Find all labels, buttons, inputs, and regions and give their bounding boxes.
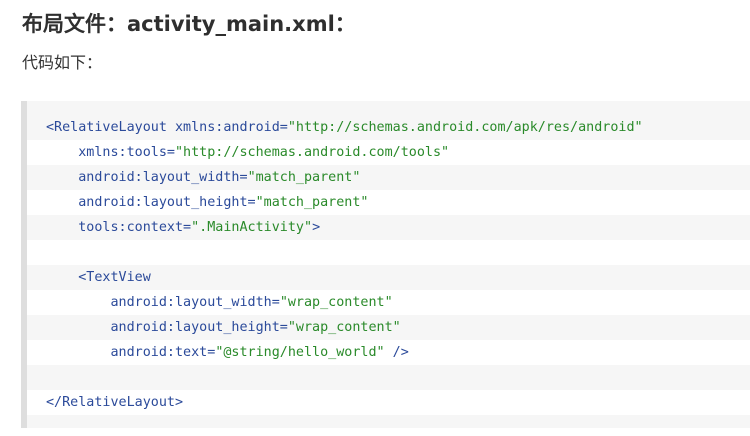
- code-token-tag: <RelativeLayout: [46, 120, 175, 135]
- code-token-val: ".MainActivity": [191, 220, 313, 235]
- code-token-attr: xmlns:tools=: [78, 145, 175, 160]
- code-token-val: "match_parent": [255, 195, 369, 210]
- code-token-tag: />: [384, 345, 409, 360]
- code-line: xmlns:tools="http://schemas.android.com/…: [27, 140, 750, 165]
- code-line: tools:context=".MainActivity">: [27, 215, 750, 240]
- code-token-attr: android:layout_height=: [110, 320, 288, 335]
- code-line: </RelativeLayout>: [27, 390, 750, 415]
- code-token-tag: >: [312, 220, 321, 235]
- code-line: android:layout_width="wrap_content": [27, 290, 750, 315]
- code-token-val: "wrap_content": [287, 320, 401, 335]
- intro-text: 代码如下：: [22, 53, 103, 72]
- code-token-tag: <TextView: [78, 270, 151, 285]
- code-token-val: "http://schemas.android.com/apk/res/andr…: [287, 120, 643, 135]
- code-lines: <RelativeLayout xmlns:android="http://sc…: [27, 115, 750, 415]
- code-line: <RelativeLayout xmlns:android="http://sc…: [27, 115, 750, 140]
- code-block: <RelativeLayout xmlns:android="http://sc…: [21, 101, 750, 428]
- code-line: android:layout_width="match_parent": [27, 165, 750, 190]
- code-line: android:layout_height="match_parent": [27, 190, 750, 215]
- code-token-attr: android:text=: [110, 345, 216, 360]
- code-token-attr: android:layout_height=: [78, 195, 256, 210]
- code-token-val: "@string/hello_world": [215, 345, 385, 360]
- code-line: [27, 240, 750, 265]
- code-line: android:text="@string/hello_world" />: [27, 340, 750, 365]
- code-token-attr: tools:context=: [78, 220, 192, 235]
- code-token-val: "http://schemas.android.com/tools": [175, 145, 450, 160]
- code-token-tag: </RelativeLayout>: [46, 395, 184, 410]
- page-heading: 布局文件：activity_main.xml：: [22, 12, 356, 36]
- code-line: android:layout_height="wrap_content": [27, 315, 750, 340]
- code-token-val: "match_parent": [247, 170, 361, 185]
- code-line: <TextView: [27, 265, 750, 290]
- code-token-attr: android:layout_width=: [110, 295, 280, 310]
- code-token-attr: android:layout_width=: [78, 170, 248, 185]
- code-line: [27, 365, 750, 390]
- code-token-attr: xmlns:android=: [175, 120, 288, 135]
- code-token-val: "wrap_content": [279, 295, 393, 310]
